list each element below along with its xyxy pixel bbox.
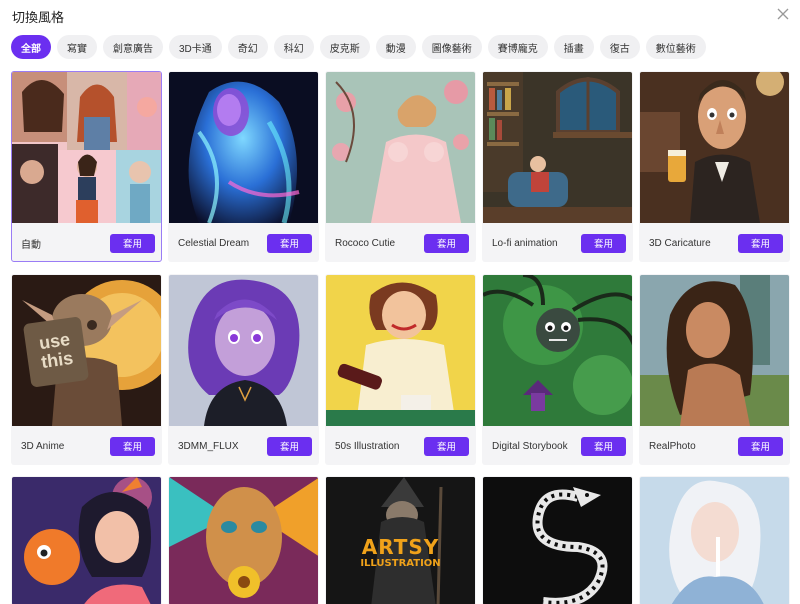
tab-fantasy[interactable]: 奇幻 xyxy=(227,35,268,59)
tab-illustration[interactable]: 插畫 xyxy=(553,35,594,59)
apply-button[interactable]: 套用 xyxy=(581,233,626,253)
forest-creature-thumbnail xyxy=(483,275,632,426)
artsy-title-top: ARTSY xyxy=(361,535,440,559)
caricature-man-thumbnail xyxy=(640,72,789,223)
wizard-thumbnail: ARTSY ILLUSTRATION xyxy=(326,477,475,604)
dialog-title: 切換風格 xyxy=(12,10,65,25)
tab-scifi[interactable]: 科幻 xyxy=(273,35,314,59)
artsy-title: ARTSY ILLUSTRATION xyxy=(326,537,475,569)
anime-elf-thumbnail: use this xyxy=(12,275,161,426)
lofi-room-thumbnail xyxy=(483,72,632,223)
style-card-3dmm-flux[interactable]: 3DMM_FLUX 套用 xyxy=(168,274,319,465)
style-card-50s-illustration[interactable]: 50s Illustration 套用 xyxy=(325,274,476,465)
style-name: 50s Illustration xyxy=(335,440,400,452)
use-this-sign: use this xyxy=(22,316,90,388)
style-card[interactable] xyxy=(639,476,790,604)
style-card-realphoto[interactable]: RealPhoto 套用 xyxy=(639,274,790,465)
apply-button[interactable]: 套用 xyxy=(267,233,312,253)
style-card[interactable] xyxy=(11,476,162,604)
style-name: Lo-fi animation xyxy=(492,237,558,249)
style-name: 3D Anime xyxy=(21,440,65,452)
artsy-title-bottom: ILLUSTRATION xyxy=(360,558,441,569)
style-card[interactable] xyxy=(482,476,633,604)
style-card[interactable]: ARTSY ILLUSTRATION xyxy=(325,476,476,604)
close-icon[interactable] xyxy=(776,7,790,21)
apply-button[interactable]: 套用 xyxy=(738,436,783,456)
white-hair-girl-thumbnail xyxy=(640,477,789,604)
apply-button[interactable]: 套用 xyxy=(267,436,312,456)
portrait-photo-thumbnail xyxy=(640,275,789,426)
apply-button[interactable]: 套用 xyxy=(424,233,469,253)
tab-3d-cartoon[interactable]: 3D卡通 xyxy=(169,35,222,59)
tab-pixar[interactable]: 皮克斯 xyxy=(319,35,370,59)
tab-graphic-art[interactable]: 圖像藝術 xyxy=(421,35,482,59)
dragon-thumbnail xyxy=(483,477,632,604)
retro-woman-thumbnail xyxy=(326,275,475,426)
tab-creative-ad[interactable]: 創意廣告 xyxy=(103,35,163,59)
style-card-3d-anime[interactable]: use this 3D Anime 套用 xyxy=(11,274,162,465)
colorful-face-thumbnail xyxy=(169,477,318,604)
style-switch-dialog: 切換風格 全部 寫實 創意廣告 3D卡通 奇幻 科幻 皮克斯 動漫 圖像藝術 賽… xyxy=(0,0,800,604)
style-card-lofi-animation[interactable]: Lo-fi animation 套用 xyxy=(482,71,633,262)
cartoon-girl-thumbnail xyxy=(12,477,161,604)
style-name: Rococo Cutie xyxy=(335,237,396,249)
purple-hair-girl-thumbnail xyxy=(169,275,318,426)
style-name: 3D Caricature xyxy=(649,237,711,249)
tab-retro[interactable]: 復古 xyxy=(599,35,640,59)
glowing-figure-thumbnail xyxy=(169,72,318,223)
style-name: 3DMM_FLUX xyxy=(178,440,239,452)
tab-cyberpunk[interactable]: 賽博龐克 xyxy=(487,35,548,59)
style-card-3d-caricature[interactable]: 3D Caricature 套用 xyxy=(639,71,790,262)
style-name: 自動 xyxy=(21,239,41,251)
apply-button[interactable]: 套用 xyxy=(581,436,626,456)
style-card-auto[interactable]: 自動 套用 xyxy=(11,71,162,262)
style-card-rococo-cutie[interactable]: Rococo Cutie 套用 xyxy=(325,71,476,262)
apply-button[interactable]: 套用 xyxy=(738,233,783,253)
style-card[interactable] xyxy=(168,476,319,604)
tab-realistic[interactable]: 寫實 xyxy=(57,35,97,59)
rococo-lady-thumbnail xyxy=(326,72,475,223)
style-name: Celestial Dream xyxy=(178,237,250,249)
style-name: RealPhoto xyxy=(649,440,696,452)
style-card-celestial-dream[interactable]: Celestial Dream 套用 xyxy=(168,71,319,262)
tab-anime[interactable]: 動漫 xyxy=(375,35,416,59)
tab-digital-art[interactable]: 數位藝術 xyxy=(645,35,706,59)
style-category-tabs: 全部 寫實 創意廣告 3D卡通 奇幻 科幻 皮克斯 動漫 圖像藝術 賽博龐克 插… xyxy=(11,35,706,59)
style-card-digital-storybook[interactable]: Digital Storybook 套用 xyxy=(482,274,633,465)
style-grid-row-3: ARTSY ILLUSTRATION xyxy=(11,476,790,604)
collage-thumbnail xyxy=(12,72,161,223)
style-name: Digital Storybook xyxy=(492,440,568,452)
apply-button[interactable]: 套用 xyxy=(110,233,155,253)
tab-all[interactable]: 全部 xyxy=(11,35,51,59)
style-grid: 自動 套用 Celestial Dream 套用 Rococo Cutie 套用… xyxy=(11,71,790,465)
apply-button[interactable]: 套用 xyxy=(424,436,469,456)
apply-button[interactable]: 套用 xyxy=(110,436,155,456)
